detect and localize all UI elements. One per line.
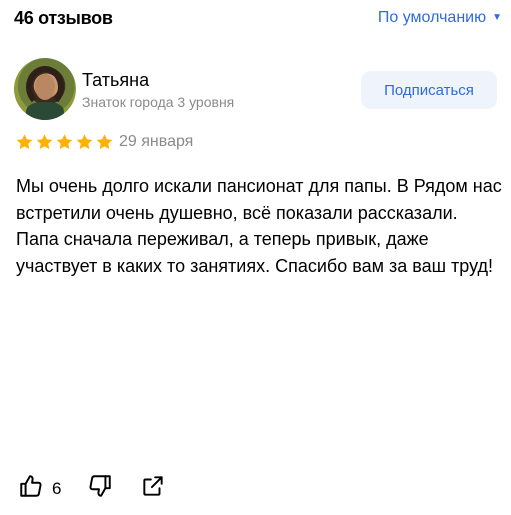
rating-stars [15,133,114,151]
dislike-button[interactable] [87,473,113,504]
star-icon [36,134,53,150]
star-icon [16,134,33,150]
review-text: Мы очень долго искали пансионат для папы… [16,176,502,276]
review-actions: 6 [18,473,166,504]
sort-dropdown[interactable]: По умолчанию ▼ [378,9,502,27]
sort-label: По умолчанию [377,9,487,26]
share-button[interactable] [140,473,166,504]
author-name[interactable]: Татьяна [82,70,149,91]
subscribe-button[interactable]: Подписаться [361,71,497,109]
star-icon [96,134,113,150]
author-level: Знаток города 3 уровня [82,94,235,110]
rating-row: 29 января [15,133,193,151]
like-count: 6 [52,478,62,498]
like-button[interactable]: 6 [18,473,61,504]
thumbs-down-icon [87,473,113,504]
thumbs-up-icon [18,473,44,504]
star-icon [56,134,73,150]
review-date: 29 января [119,133,194,150]
reviews-count: 46 отзывов [14,8,113,28]
reviews-header: 46 отзывов По умолчанию ▼ [14,8,502,32]
avatar[interactable] [14,58,76,120]
chevron-down-icon: ▼ [492,12,502,23]
star-icon [76,134,93,150]
share-icon [140,473,166,504]
